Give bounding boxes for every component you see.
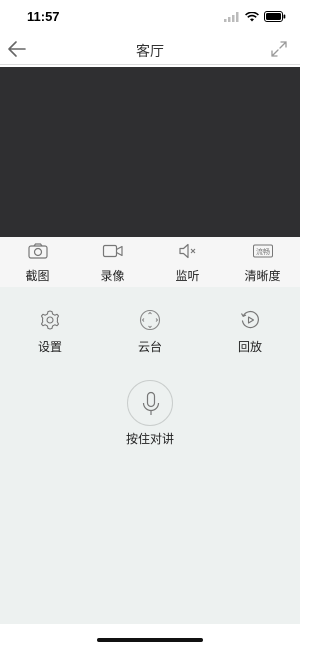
status-time: 11:57 <box>27 9 60 24</box>
status-bar: 11:57 <box>0 0 300 34</box>
quality-button[interactable]: 流畅 清晰度 <box>225 237 300 287</box>
battery-icon <box>264 11 286 22</box>
wifi-icon <box>245 11 259 21</box>
nav-bar: 客厅 <box>0 34 300 64</box>
home-indicator[interactable] <box>97 638 203 642</box>
toolbar: 截图 录像 监听 流畅 清晰度 <box>0 237 300 287</box>
bottom-safe-area <box>0 624 300 649</box>
ptz-button[interactable]: 云台 <box>110 287 190 354</box>
video-player[interactable] <box>0 67 300 237</box>
listen-label: 监听 <box>175 269 200 283</box>
playback-icon <box>240 310 259 329</box>
ptz-icon <box>139 309 161 331</box>
status-icons <box>224 11 286 22</box>
microphone-icon <box>142 391 160 415</box>
speaker-muted-icon <box>178 243 195 259</box>
record-label: 录像 <box>100 269 125 283</box>
playback-label: 回放 <box>237 340 262 354</box>
quality-icon: 流畅 <box>252 244 273 258</box>
quality-badge: 流畅 <box>256 247 270 256</box>
push-to-talk-label: 按住对讲 <box>125 432 174 446</box>
screenshot-button[interactable]: 截图 <box>0 237 75 287</box>
fullscreen-icon[interactable] <box>270 40 288 58</box>
screenshot-label: 截图 <box>25 269 50 283</box>
settings-label: 设置 <box>37 340 62 354</box>
settings-button[interactable]: 设置 <box>10 287 90 354</box>
record-button[interactable]: 录像 <box>75 237 150 287</box>
gear-icon <box>40 310 60 330</box>
video-camera-icon <box>102 244 123 258</box>
ptz-label: 云台 <box>137 340 162 354</box>
playback-button[interactable]: 回放 <box>210 287 290 354</box>
page-title: 客厅 <box>136 43 164 59</box>
quality-label: 清晰度 <box>244 269 281 283</box>
nav-divider <box>0 64 300 65</box>
camera-icon <box>27 243 48 259</box>
push-to-talk-button[interactable] <box>127 380 173 426</box>
controls-panel: 设置 云台 回放 按住对讲 <box>0 287 300 624</box>
listen-button[interactable]: 监听 <box>150 237 225 287</box>
signal-icon <box>224 11 239 22</box>
